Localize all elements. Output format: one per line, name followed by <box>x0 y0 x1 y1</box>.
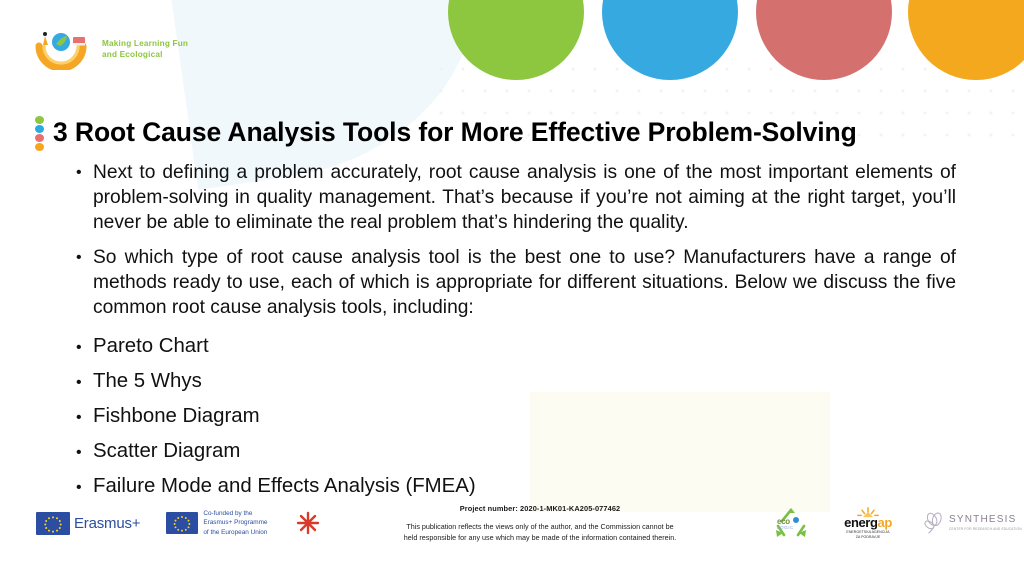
erasmus-plus-logo: Erasmus+ <box>36 511 141 535</box>
body-paragraph: • Next to defining a problem accurately,… <box>76 160 956 235</box>
bullet-glyph: • <box>76 479 82 496</box>
eco-logic-logo: eco LOGIC <box>768 506 814 540</box>
eu-flag-icon <box>166 512 199 534</box>
project-number: Project number: 2020-1-MK01-KA205-077462 <box>459 504 621 513</box>
energap-label-accent: ap <box>877 515 893 531</box>
co-funded-eu-logo: Co-funded by the Erasmus+ Programme of t… <box>166 509 267 537</box>
energap-label-dark: energ <box>844 515 878 531</box>
footer-project-info: Project number: 2020-1-MK01-KA205-077462… <box>350 504 730 544</box>
title-bullet-icon <box>35 114 44 151</box>
bullet-glyph: • <box>76 339 82 356</box>
erasmus-plus-label: Erasmus+ <box>74 514 141 532</box>
energap-label: energap <box>844 516 892 529</box>
synthesis-sublabel: CENTER FOR RESEARCH AND EDUCATION <box>949 527 1022 531</box>
list-item-label: Fishbone Diagram <box>93 405 260 427</box>
eu-flag-icon <box>36 511 70 535</box>
eco-logic-dot-icon <box>793 517 799 523</box>
co-funded-label: Co-funded by the Erasmus+ Programme of t… <box>203 510 268 536</box>
disclaimer-text: This publication reflects the views only… <box>403 522 677 542</box>
list-item: • Scatter Diagram <box>76 437 956 465</box>
bullet-glyph: • <box>76 164 82 181</box>
list-item-label: The 5 Whys <box>93 370 202 392</box>
page-title: 3 Root Cause Analysis Tools for More Eff… <box>53 117 857 147</box>
energap-sublabel: ENERGETSKA AGENCIJA ZA PODRAVJE <box>846 530 890 539</box>
body-paragraph-text: So which type of root cause analysis too… <box>93 247 956 318</box>
footer-left-logos: Erasmus+ Co-funded by the Erasmus+ Progr… <box>36 508 323 538</box>
list-item: • Fishbone Diagram <box>76 402 956 430</box>
list-item: • The 5 Whys <box>76 367 956 395</box>
title-row: 3 Root Cause Analysis Tools for More Eff… <box>35 114 985 151</box>
synthesis-logo: SYNTHESIS CENTER FOR RESEARCH AND EDUCAT… <box>922 511 1022 535</box>
bullet-glyph: • <box>76 444 82 461</box>
energap-logo: energap ENERGETSKA AGENCIJA ZA PODRAVJE <box>840 506 896 539</box>
brand-tagline: Making Learning Fun and Ecological <box>102 38 189 59</box>
list-item: • Pareto Chart <box>76 332 956 360</box>
footer-partner-logos: eco LOGIC energap ENERGETSKA AGENCIJA ZA… <box>768 506 1022 540</box>
slide-canvas: Making Learning Fun and Ecological 3 Roo… <box>0 0 1024 576</box>
butterfly-petals-icon <box>924 512 942 534</box>
brand-logo: Making Learning Fun and Ecological <box>33 28 188 70</box>
bullet-glyph: • <box>76 374 82 391</box>
list-item-label: Pareto Chart <box>93 335 209 357</box>
synthesis-label: SYNTHESIS <box>949 514 1017 525</box>
list-item-label: Failure Mode and Effects Analysis (FMEA) <box>93 475 476 497</box>
list-item: • Failure Mode and Effects Analysis (FME… <box>76 472 956 500</box>
slide-body: • Next to defining a problem accurately,… <box>76 160 956 500</box>
making-learning-fun-logo-icon <box>35 32 87 70</box>
partner-star-logo-icon <box>297 511 320 535</box>
bullet-glyph: • <box>76 409 82 426</box>
bullet-glyph: • <box>76 249 82 266</box>
recycling-arrows-icon <box>776 508 806 537</box>
eco-logic-sublabel: LOGIC <box>777 525 794 530</box>
body-paragraph-text: Next to defining a problem accurately, r… <box>93 162 956 233</box>
list-item-label: Scatter Diagram <box>93 440 241 462</box>
body-paragraph: • So which type of root cause analysis t… <box>76 245 956 320</box>
